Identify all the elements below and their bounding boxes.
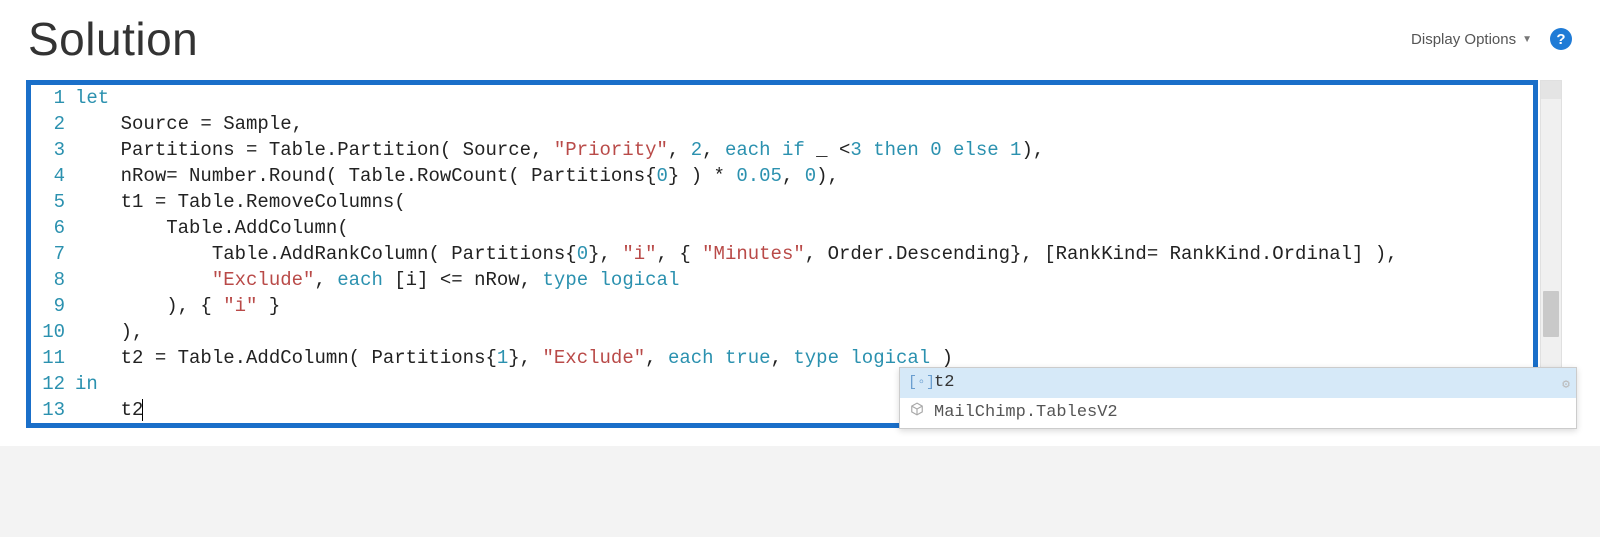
line-number: 4 <box>31 163 75 189</box>
line-number: 11 <box>31 345 75 371</box>
code-editor[interactable]: 1 let 2 Source = Sample, 3 Partitions = … <box>31 85 1533 423</box>
editor-region: 1 let 2 Source = Sample, 3 Partitions = … <box>0 74 1600 446</box>
line-number: 8 <box>31 267 75 293</box>
code-line: 9 ), { "i" } <box>31 293 1533 319</box>
text-cursor <box>142 399 143 421</box>
code-line: 6 Table.AddColumn( <box>31 215 1533 241</box>
code-line: 3 Partitions = Table.Partition( Source, … <box>31 137 1533 163</box>
display-options-label: Display Options <box>1411 31 1516 48</box>
line-number: 2 <box>31 111 75 137</box>
autocomplete-popup[interactable]: ⚙ [◦] t2 <box>899 367 1577 429</box>
line-number: 9 <box>31 293 75 319</box>
code-line: 10 ), <box>31 319 1533 345</box>
module-icon <box>908 400 926 426</box>
scrollbar-thumb[interactable] <box>1543 291 1559 337</box>
header: Solution Display Options ▼ ? <box>0 0 1600 74</box>
code-line: 5 t1 = Table.RemoveColumns( <box>31 189 1533 215</box>
autocomplete-options-icon[interactable]: ⚙ <box>1562 372 1570 398</box>
line-number: 6 <box>31 215 75 241</box>
line-number: 12 <box>31 371 75 397</box>
line-number: 13 <box>31 397 75 423</box>
autocomplete-item[interactable]: MailChimp.TablesV2 <box>900 398 1576 428</box>
variable-icon: [◦] <box>908 370 926 396</box>
page-title: Solution <box>28 12 198 66</box>
autocomplete-label: MailChimp.TablesV2 <box>934 400 1118 426</box>
code-line: 7 Table.AddRankColumn( Partitions{0}, "i… <box>31 241 1533 267</box>
help-icon[interactable]: ? <box>1550 28 1572 50</box>
code-line: 1 let <box>31 85 1533 111</box>
autocomplete-label: t2 <box>934 370 954 396</box>
line-number: 1 <box>31 85 75 111</box>
line-number: 5 <box>31 189 75 215</box>
scrollbar-up-button[interactable] <box>1541 81 1561 99</box>
line-number: 7 <box>31 241 75 267</box>
chevron-down-icon: ▼ <box>1522 34 1532 45</box>
code-line: 4 nRow= Number.Round( Table.RowCount( Pa… <box>31 163 1533 189</box>
line-number: 10 <box>31 319 75 345</box>
display-options-dropdown[interactable]: Display Options ▼ <box>1411 31 1532 48</box>
header-actions: Display Options ▼ ? <box>1411 28 1572 50</box>
code-line: 8 "Exclude", each [i] <= nRow, type logi… <box>31 267 1533 293</box>
line-number: 3 <box>31 137 75 163</box>
code-line: 2 Source = Sample, <box>31 111 1533 137</box>
page: Solution Display Options ▼ ? 1 let 2 So <box>0 0 1600 446</box>
code-editor-frame: 1 let 2 Source = Sample, 3 Partitions = … <box>26 80 1538 428</box>
autocomplete-item[interactable]: [◦] t2 <box>900 368 1576 398</box>
